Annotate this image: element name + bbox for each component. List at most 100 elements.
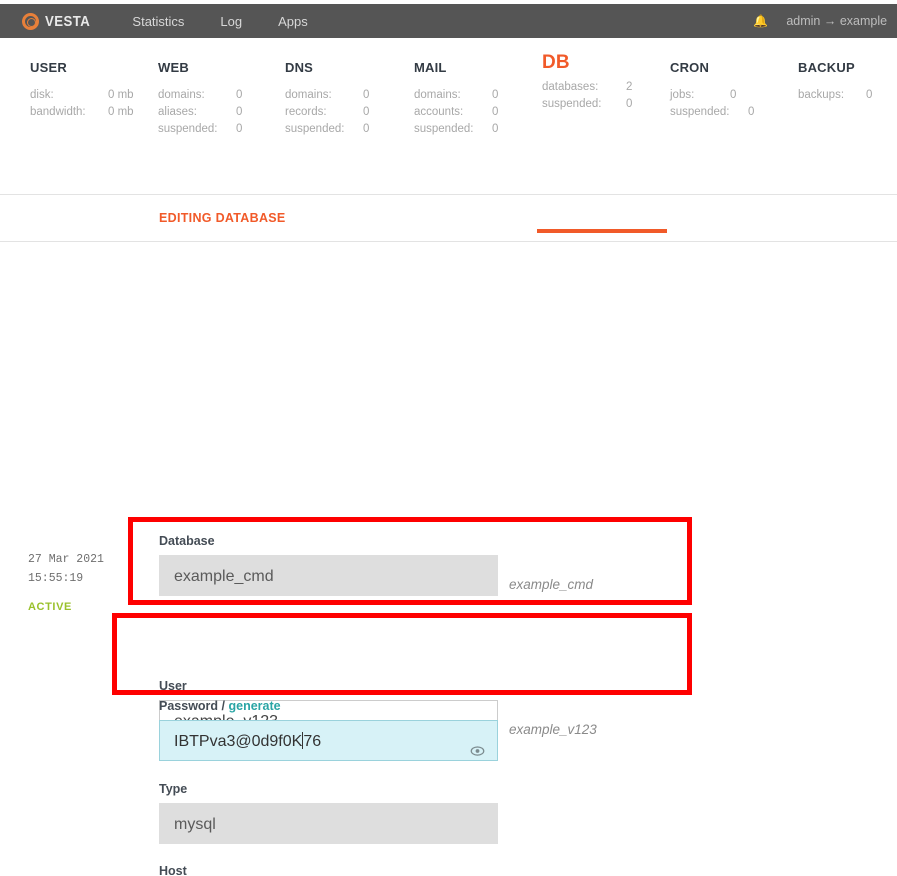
- password-value-after-caret: 76: [303, 733, 322, 750]
- stat-column-user[interactable]: USER disk: 0 mb bandwidth: 0 mb: [30, 60, 134, 123]
- stat-column-cron[interactable]: CRON jobs: 0 suspended: 0: [670, 60, 754, 123]
- stat-row: suspended: 0: [670, 106, 754, 118]
- stat-value: 0 mb: [108, 106, 134, 118]
- nav-item-apps[interactable]: Apps: [278, 14, 308, 29]
- main-nav: Statistics Log Apps: [132, 14, 307, 29]
- stat-row: domains: 0: [414, 89, 498, 101]
- header-right-group: 🔔 admin → example Lo: [753, 4, 897, 38]
- stat-key: domains:: [158, 89, 205, 101]
- stat-value: 0: [866, 89, 873, 101]
- field-host: Host localhost: [159, 864, 498, 876]
- stat-title: CRON: [670, 60, 710, 75]
- app-header: VESTA Statistics Log Apps 🔔 admin → exam…: [0, 4, 897, 38]
- field-label-type: Type: [159, 782, 188, 796]
- bell-icon[interactable]: 🔔: [753, 14, 768, 28]
- stat-key: jobs:: [670, 89, 695, 101]
- stat-key: accounts:: [414, 106, 464, 118]
- eye-icon[interactable]: [470, 733, 485, 756]
- editing-bar: EDITING DATABASE: [0, 195, 897, 242]
- stat-key: suspended:: [285, 123, 345, 135]
- stat-row: aliases: 0: [158, 106, 242, 118]
- stat-column-backup[interactable]: BACKUP backups: 0: [798, 60, 872, 106]
- database-input[interactable]: example_cmd: [159, 555, 498, 596]
- field-label-password: Password / generate: [159, 699, 498, 713]
- stat-title: WEB: [158, 60, 189, 75]
- stat-value: 0: [730, 89, 737, 101]
- active-tab-indicator: [537, 229, 667, 233]
- vesta-ring-icon: [22, 12, 39, 30]
- stat-value: 0: [492, 123, 499, 135]
- stat-row: suspended: 0: [414, 123, 498, 135]
- user-note: example_v123: [509, 722, 597, 737]
- stat-key: aliases:: [158, 106, 197, 118]
- page-title: EDITING DATABASE: [159, 211, 286, 225]
- stat-key: databases:: [542, 81, 599, 93]
- stat-row: accounts: 0: [414, 106, 498, 118]
- user-switch-label[interactable]: admin → example: [786, 14, 887, 28]
- stat-row: disk: 0 mb: [30, 89, 134, 101]
- field-label-database: Database: [159, 534, 215, 548]
- record-meta: 27 Mar 2021 15:55:19 ACTIVE: [28, 550, 104, 617]
- field-label-user: User: [159, 679, 187, 693]
- nav-item-statistics[interactable]: Statistics: [132, 14, 184, 29]
- type-select[interactable]: mysql: [159, 803, 498, 844]
- stat-key: domains:: [285, 89, 332, 101]
- stat-value: 0: [492, 89, 499, 101]
- stat-key: suspended:: [414, 123, 474, 135]
- stat-row: databases: 2: [542, 81, 632, 93]
- field-label-host: Host: [159, 864, 187, 876]
- stat-key: suspended:: [670, 106, 730, 118]
- stat-value: 0: [492, 106, 499, 118]
- stat-title: DNS: [285, 60, 314, 75]
- record-time: 15:55:19: [28, 572, 84, 585]
- stat-row: records: 0: [285, 106, 369, 118]
- stat-title: BACKUP: [798, 60, 855, 75]
- stat-title: MAIL: [414, 60, 447, 75]
- stat-key: domains:: [414, 89, 461, 101]
- stat-row: jobs: 0: [670, 89, 754, 101]
- stat-value: 0: [363, 89, 370, 101]
- record-date: 27 Mar 2021: [28, 553, 104, 566]
- stat-key: bandwidth:: [30, 106, 86, 118]
- stat-value: 0 mb: [108, 89, 134, 101]
- stat-key: suspended:: [158, 123, 218, 135]
- field-database: Database example_cmd example_cmd: [159, 534, 593, 596]
- stat-value: 0: [363, 106, 370, 118]
- stat-value: 0: [363, 123, 370, 135]
- stat-row: suspended: 0: [158, 123, 242, 135]
- password-input[interactable]: IBTPva3@0d9f0K76: [159, 720, 498, 761]
- main-content: 27 Mar 2021 15:55:19 ACTIVE Database exa…: [0, 242, 897, 876]
- stat-row: suspended: 0: [542, 98, 632, 110]
- nav-item-log[interactable]: Log: [220, 14, 242, 29]
- stat-column-mail[interactable]: MAIL domains: 0 accounts: 0 suspended: 0: [414, 60, 498, 140]
- stat-value: 0: [236, 89, 243, 101]
- stat-title: DB: [542, 52, 570, 73]
- generate-password-link[interactable]: generate: [228, 699, 280, 713]
- status-badge: ACTIVE: [28, 601, 72, 613]
- stat-row: backups: 0: [798, 89, 872, 101]
- field-password: Password / generate IBTPva3@0d9f0K76: [159, 699, 498, 761]
- stat-row: domains: 0: [285, 89, 369, 101]
- stat-column-db[interactable]: DB databases: 2 suspended: 0: [542, 53, 632, 115]
- database-edit-form: Database example_cmd example_cmd User ex…: [159, 242, 597, 876]
- brand-label: VESTA: [45, 12, 91, 30]
- password-value-before-caret: IBTPva3@0d9f0K: [174, 733, 303, 750]
- stat-row: suspended: 0: [285, 123, 369, 135]
- password-label-text: Password: [159, 699, 219, 713]
- vesta-logo[interactable]: VESTA: [22, 12, 96, 30]
- database-note: example_cmd: [509, 577, 594, 592]
- stat-value: 0: [236, 106, 243, 118]
- stat-title: USER: [30, 60, 67, 75]
- stat-value: 2: [626, 81, 633, 93]
- field-type: Type mysql: [159, 782, 498, 844]
- password-label-separator: /: [218, 699, 229, 713]
- stat-key: records:: [285, 106, 327, 118]
- stat-row: bandwidth: 0 mb: [30, 106, 134, 118]
- stat-column-dns[interactable]: DNS domains: 0 records: 0 suspended: 0: [285, 60, 369, 140]
- stats-panel: USER disk: 0 mb bandwidth: 0 mb WEB domain…: [0, 38, 897, 233]
- stat-column-web[interactable]: WEB domains: 0 aliases: 0 suspended: 0: [158, 60, 242, 140]
- stat-value: 0: [626, 98, 633, 110]
- stat-value: 0: [748, 106, 755, 118]
- stat-key: backups:: [798, 89, 845, 101]
- stat-key: disk:: [30, 89, 54, 101]
